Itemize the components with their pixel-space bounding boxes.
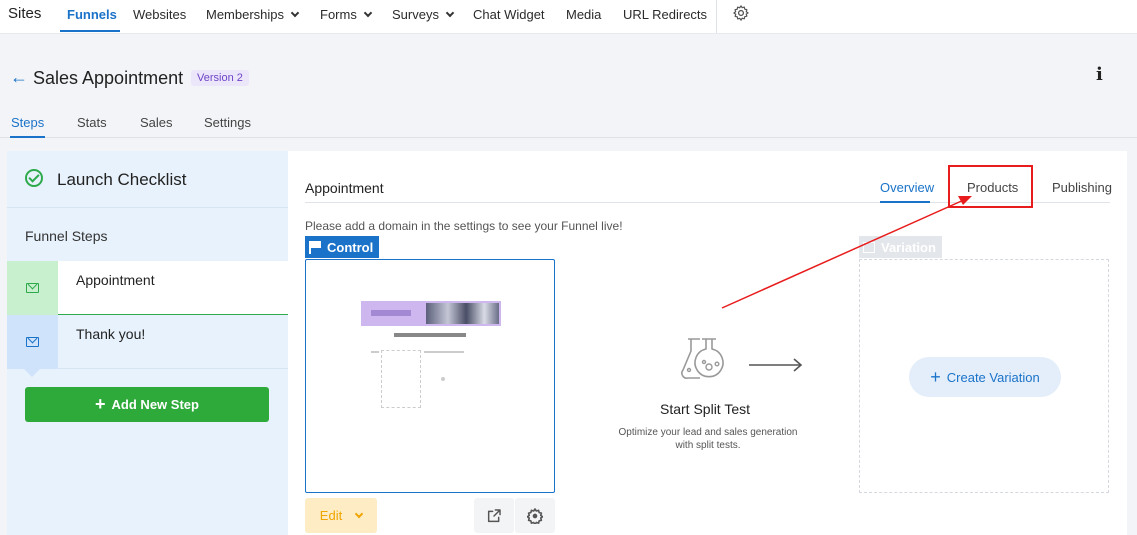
tab-overview[interactable]: Overview <box>880 180 934 195</box>
variation-label: Variation <box>881 239 936 255</box>
nav-forms[interactable]: Forms <box>320 7 373 22</box>
funnel-sidebar: Launch Checklist Funnel Steps Appointmen… <box>7 151 288 535</box>
comment-icon <box>863 241 875 253</box>
funnel-title: Sales Appointment <box>33 68 184 88</box>
preview-heading <box>394 333 466 337</box>
control-label: Control <box>327 239 374 255</box>
preview-text-line <box>424 351 464 353</box>
step-label: Thank you! <box>76 326 146 342</box>
nav-websites[interactable]: Websites <box>133 7 186 22</box>
variation-placeholder: + Create Variation <box>859 259 1109 493</box>
annotation-highlight-box <box>948 165 1033 208</box>
preview-banner <box>361 301 501 326</box>
edit-button[interactable]: Edit <box>305 498 377 533</box>
launch-checklist[interactable]: Launch Checklist <box>7 151 288 208</box>
tab-publishing[interactable]: Publishing <box>1052 180 1112 195</box>
funnel-step-appointment[interactable]: Appointment <box>7 261 288 323</box>
chevron-down-icon <box>290 8 300 17</box>
nav-memberships[interactable]: Memberships <box>206 7 300 22</box>
step-icon-box <box>7 261 58 323</box>
nav-surveys-label: Surveys <box>392 7 439 22</box>
nav-chat-widget[interactable]: Chat Widget <box>473 7 545 22</box>
plus-icon: + <box>930 366 941 387</box>
funnel-steps-title: Funnel Steps <box>25 228 108 244</box>
split-test-title: Start Split Test <box>660 401 751 417</box>
preview-text-line <box>371 351 379 353</box>
preview-logo <box>371 310 411 316</box>
nav-forms-label: Forms <box>320 7 357 22</box>
nav-media[interactable]: Media <box>566 7 601 22</box>
tab-steps[interactable]: Steps <box>11 115 44 130</box>
gear-icon[interactable] <box>732 4 750 22</box>
version-badge: Version 2 <box>191 70 249 86</box>
flag-icon <box>309 241 321 254</box>
control-tag: Control <box>305 236 380 258</box>
chevron-down-icon <box>363 8 373 17</box>
nav-surveys[interactable]: Surveys <box>392 7 455 22</box>
brand-label: Sites <box>8 5 42 22</box>
tab-sales[interactable]: Sales <box>140 115 173 130</box>
info-icon[interactable]: i <box>1096 64 1103 85</box>
external-link-icon <box>487 508 501 522</box>
envelope-icon <box>26 283 39 293</box>
step-pointer <box>24 369 40 377</box>
edit-label: Edit <box>319 508 343 523</box>
nav-funnels[interactable]: Funnels <box>67 7 117 22</box>
flask-icon <box>681 338 724 379</box>
control-page-preview[interactable] <box>305 259 555 493</box>
check-circle-icon <box>25 169 43 187</box>
add-new-step-label: Add New Step <box>111 397 199 412</box>
nav-active-underline <box>60 30 120 32</box>
preview-photo <box>426 303 499 324</box>
step-name: Appointment <box>305 180 384 196</box>
chevron-down-icon <box>354 509 364 518</box>
create-variation-button[interactable]: + Create Variation <box>909 357 1061 397</box>
nav-separator <box>716 0 717 33</box>
gear-icon <box>527 507 543 524</box>
step-settings-button[interactable] <box>515 498 555 533</box>
variation-tag: Variation <box>859 236 942 258</box>
step-tab-active-underline <box>880 201 930 203</box>
funnel-step-thank-you[interactable]: Thank you! <box>7 315 288 377</box>
create-variation-label: Create Variation <box>946 369 1040 385</box>
launch-checklist-label: Launch Checklist <box>57 170 187 189</box>
plus-icon: + <box>95 394 106 414</box>
preview-dot <box>441 377 445 381</box>
chevron-down-icon <box>445 8 455 17</box>
envelope-icon <box>26 337 39 347</box>
preview-calendar <box>381 350 421 408</box>
step-icon-box <box>7 315 58 377</box>
top-navigation: Sites Funnels Websites Memberships Forms… <box>0 0 1137 34</box>
tabs-divider <box>0 137 1137 138</box>
add-new-step-button[interactable]: + Add New Step <box>25 387 269 422</box>
step-label: Appointment <box>76 272 155 288</box>
split-test-description: Optimize your lead and sales generation … <box>618 427 798 451</box>
open-preview-button[interactable] <box>474 498 514 533</box>
tab-settings[interactable]: Settings <box>204 115 251 130</box>
step-detail-panel: Appointment Overview Products Publishing… <box>288 151 1127 535</box>
arrow-right-icon <box>749 358 803 372</box>
nav-url-redirects[interactable]: URL Redirects <box>623 7 707 22</box>
tab-stats[interactable]: Stats <box>77 115 107 130</box>
back-arrow-icon[interactable]: ← <box>10 67 28 88</box>
domain-warning: Please add a domain in the settings to s… <box>305 219 623 233</box>
nav-memberships-label: Memberships <box>206 7 285 22</box>
tab-active-underline <box>10 136 45 138</box>
